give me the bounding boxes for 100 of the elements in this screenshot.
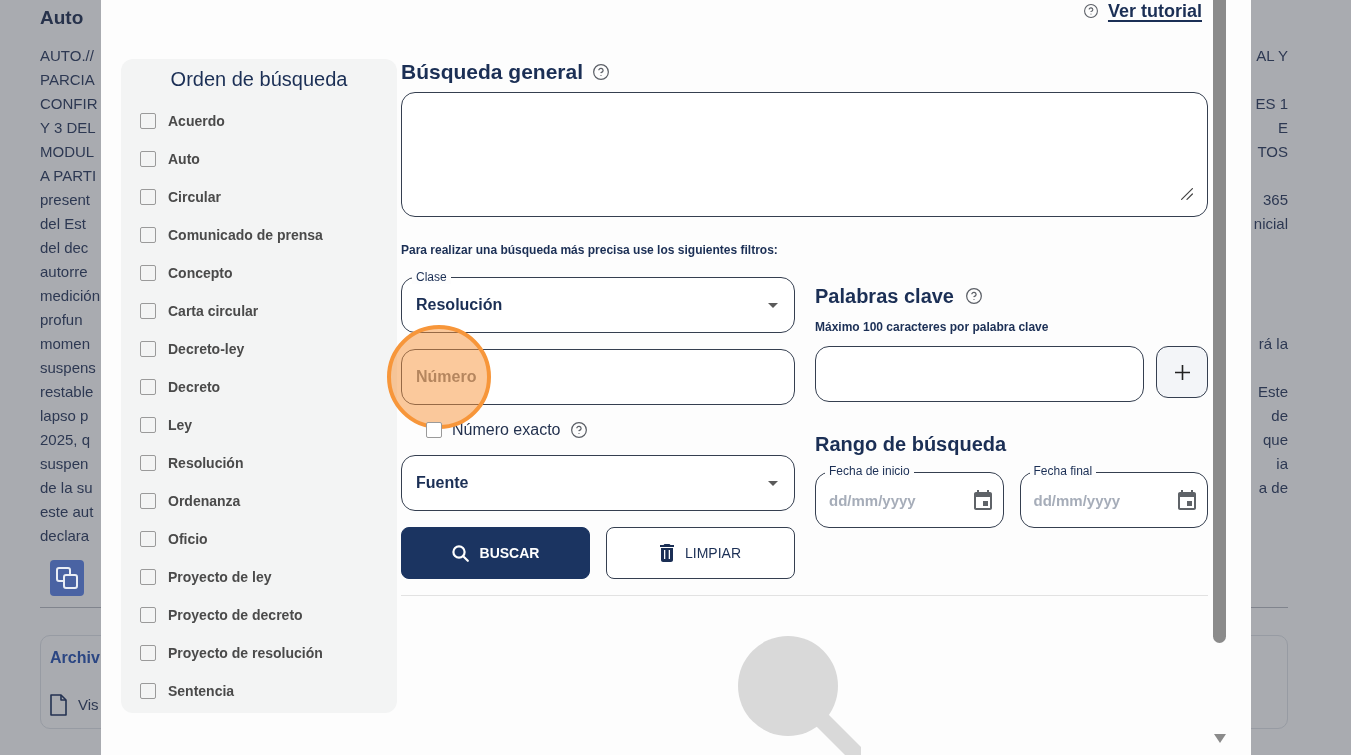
checkbox[interactable]	[140, 645, 156, 661]
keyword-field[interactable]	[815, 346, 1144, 402]
paragraph-text: rá la	[1258, 334, 1288, 354]
paragraph-text: del dec	[40, 238, 89, 258]
option-label[interactable]: Ley	[168, 416, 193, 434]
clear-button[interactable]: LIMPIAR	[606, 527, 795, 579]
option-label[interactable]: Oficio	[168, 530, 208, 548]
source-select[interactable]: Fuente	[401, 455, 795, 511]
option-label[interactable]: Concepto	[168, 264, 233, 282]
caret-icon	[768, 480, 778, 486]
field-label: Fecha de inicio	[825, 464, 914, 478]
calendar-icon[interactable]	[1178, 490, 1196, 510]
caret-icon	[768, 302, 778, 308]
checkbox[interactable]	[140, 379, 156, 395]
section-title: Palabras clave	[815, 284, 954, 308]
paragraph-text: PARCIA	[40, 70, 95, 90]
paragraph-text: Y 3 DEL	[40, 118, 96, 138]
section-title: Rango de búsqueda	[815, 432, 1007, 456]
paragraph-text: a de	[1258, 478, 1288, 498]
paragraph-text: CONFIR	[40, 94, 98, 114]
checkbox[interactable]	[140, 113, 156, 129]
checkbox-label[interactable]: Número exacto	[452, 420, 561, 440]
option-label[interactable]: Sentencia	[168, 682, 235, 700]
checkbox[interactable]	[140, 531, 156, 547]
checkbox[interactable]	[140, 341, 156, 357]
page-title: Auto	[40, 7, 84, 29]
section-title: Búsqueda general	[401, 59, 584, 85]
checkbox[interactable]	[140, 569, 156, 585]
option-label[interactable]: Resolución	[168, 454, 244, 472]
paragraph-text: autorre	[40, 262, 88, 282]
plus-icon	[1174, 364, 1190, 380]
checkbox[interactable]	[140, 455, 156, 471]
trash-icon	[660, 544, 674, 562]
paragraph-text: del Est	[40, 214, 86, 234]
paragraph-text: MODUL	[40, 142, 95, 162]
paragraph-text: A PARTI	[40, 166, 97, 186]
option-label[interactable]: Acuerdo	[168, 112, 225, 130]
field-hint: Máximo 100 caracteres por palabra clave	[815, 319, 1049, 335]
checkbox[interactable]	[140, 417, 156, 433]
paragraph-text: E	[1278, 118, 1288, 138]
field-label: Fecha final	[1029, 464, 1097, 478]
checkbox[interactable]	[140, 189, 156, 205]
paragraph-text: lapso p	[40, 406, 89, 426]
paragraph-text: AL Y	[1256, 46, 1288, 66]
checkbox[interactable]	[140, 683, 156, 699]
option-label[interactable]: Comunicado de prensa	[168, 226, 323, 244]
paragraph-text: 365	[1262, 190, 1288, 210]
filter-hint: Para realizar una búsqueda más precisa use los siguientes filtros:	[401, 242, 778, 258]
copy-icon	[56, 567, 78, 589]
checkbox[interactable]	[140, 607, 156, 623]
scrollbar-thumb[interactable]	[1213, 0, 1226, 643]
paragraph-text: profun	[40, 310, 83, 330]
paragraph-text: 2025, q	[40, 430, 91, 450]
tutorial-link[interactable]: Ver tutorial	[1107, 0, 1202, 22]
calendar-icon[interactable]	[973, 490, 992, 510]
checkbox[interactable]	[140, 151, 156, 167]
file-link[interactable]: Vis	[78, 695, 99, 715]
paragraph-text: suspens	[40, 358, 96, 378]
option-label[interactable]: Carta circular	[168, 302, 259, 320]
paragraph-text: nicial	[1253, 214, 1288, 234]
paragraph-text: present	[40, 190, 91, 210]
checkbox[interactable]	[426, 422, 442, 438]
paragraph-text: que	[1262, 430, 1288, 450]
paragraph-text: Este	[1258, 382, 1288, 402]
option-label[interactable]: Proyecto de resolución	[168, 644, 323, 662]
paragraph-text: momen	[40, 334, 91, 354]
option-label[interactable]: Auto	[168, 150, 200, 168]
copy-button[interactable]	[50, 560, 84, 596]
paragraph-text: ia	[1276, 454, 1288, 474]
help-icon[interactable]	[1083, 4, 1098, 18]
scroll-arrow-icon[interactable]	[1213, 734, 1226, 743]
field-label: Clase	[412, 270, 451, 284]
checkbox[interactable]	[140, 227, 156, 243]
paragraph-text: de	[1271, 406, 1288, 426]
add-keyword-button[interactable]	[1156, 346, 1208, 398]
file-icon	[50, 694, 67, 716]
checkbox[interactable]	[140, 303, 156, 319]
number-field[interactable]: Número	[401, 349, 795, 405]
option-label[interactable]: Decreto	[168, 378, 221, 396]
help-icon[interactable]	[593, 64, 610, 80]
search-button[interactable]: BUSCAR	[401, 527, 590, 579]
paragraph-text: suspen	[40, 454, 89, 474]
option-label[interactable]: Proyecto de ley	[168, 568, 272, 586]
paragraph-text: restable	[40, 382, 94, 402]
option-label[interactable]: Decreto-ley	[168, 340, 245, 358]
help-icon[interactable]	[570, 422, 587, 438]
sidebar-title: Orden de búsqueda	[170, 67, 348, 91]
paragraph-text: TOS	[1257, 142, 1288, 162]
option-label[interactable]: Proyecto de decreto	[168, 606, 303, 624]
checkbox[interactable]	[140, 265, 156, 281]
help-icon[interactable]	[966, 288, 982, 304]
paragraph-text: medición	[40, 286, 101, 306]
paragraph-text: de la su	[40, 478, 93, 498]
option-label[interactable]: Circular	[168, 188, 221, 206]
resize-grip-icon[interactable]	[1181, 188, 1193, 200]
paragraph-text: este aut	[40, 502, 94, 522]
paragraph-text: AUTO.//	[40, 46, 94, 66]
paragraph-text: declara	[40, 526, 90, 546]
checkbox[interactable]	[140, 493, 156, 509]
option-label[interactable]: Ordenanza	[168, 492, 241, 510]
